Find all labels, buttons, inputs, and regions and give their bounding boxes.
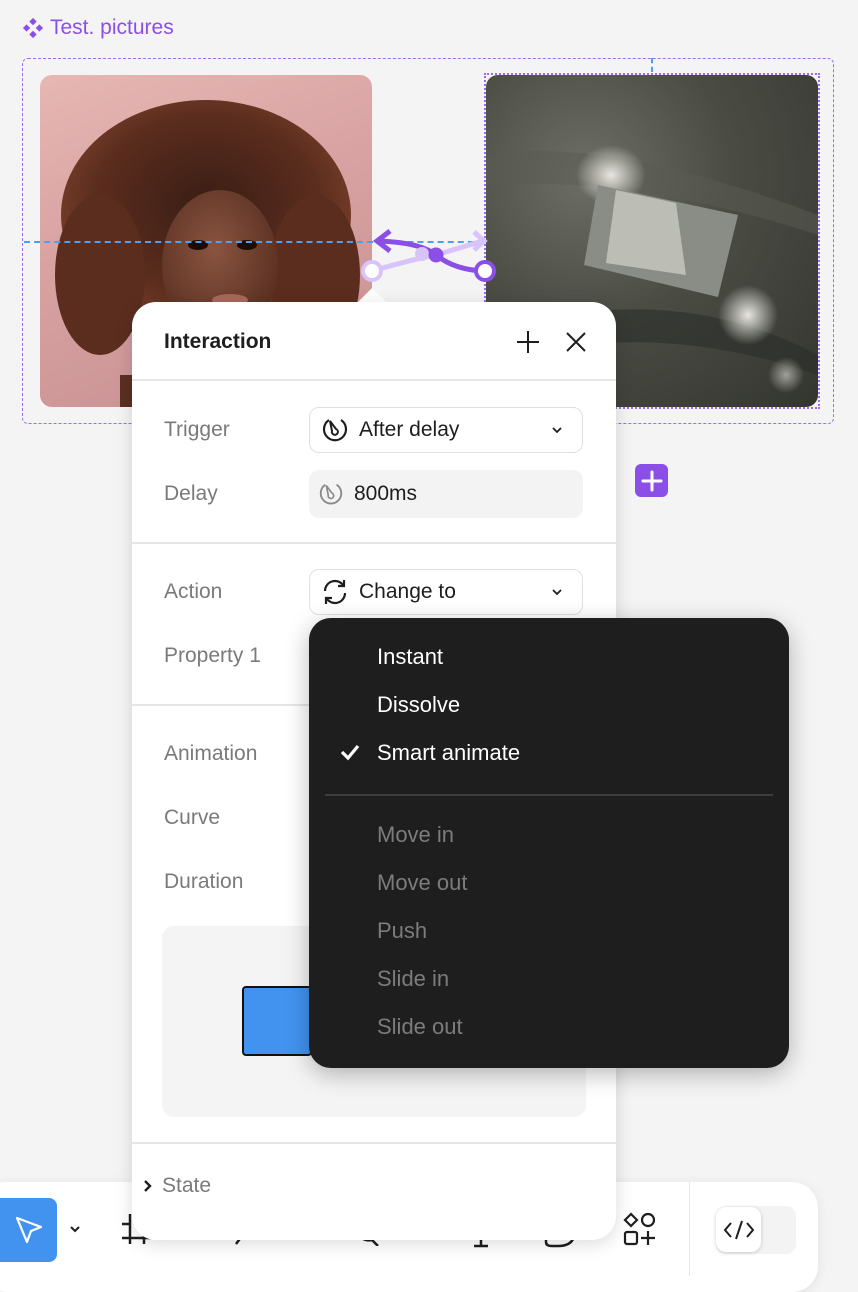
cursor-icon: [15, 1216, 42, 1244]
timer-icon: [319, 483, 343, 505]
chevron-right-icon: [144, 1180, 152, 1192]
menu-item-slide-in: Slide in: [377, 966, 450, 991]
trigger-value: After delay: [359, 418, 460, 441]
chevron-down-icon[interactable]: [68, 1222, 82, 1236]
action-select[interactable]: Change to: [309, 569, 583, 615]
menu-item-dissolve[interactable]: Dissolve: [377, 692, 460, 718]
refresh-icon: [323, 579, 347, 605]
trigger-select[interactable]: After delay: [309, 407, 583, 453]
duration-label: Duration: [164, 870, 244, 893]
property-label: Property 1: [164, 644, 261, 667]
connection-midpoint-back: [415, 247, 429, 261]
add-interaction-button[interactable]: [514, 328, 542, 356]
plus-icon: [517, 331, 539, 353]
close-panel-button[interactable]: [562, 328, 590, 356]
delay-value: 800ms: [354, 482, 418, 505]
delay-input[interactable]: 800ms: [309, 470, 583, 518]
action-label: Action: [164, 580, 223, 603]
menu-item-smart-animate[interactable]: Smart animate: [377, 740, 520, 766]
curve-label: Curve: [164, 806, 221, 829]
alignment-guide-vertical: [651, 58, 653, 72]
chevron-down-icon: [552, 427, 562, 434]
menu-item-instant[interactable]: Instant: [377, 644, 443, 670]
prototype-connection[interactable]: [350, 220, 510, 290]
component-set-name: Test. pictures: [50, 16, 174, 39]
tool-move[interactable]: [0, 1198, 57, 1262]
state-label: State: [162, 1174, 212, 1197]
chevron-down-icon: [552, 589, 562, 596]
menu-item-move-out: Move out: [377, 870, 468, 895]
toolbar-divider: [689, 1182, 690, 1276]
animation-label: Animation: [164, 742, 258, 765]
actions-tool-icon[interactable]: [622, 1212, 656, 1246]
connection-midpoint: [428, 247, 444, 263]
connection-handle-end: [474, 260, 496, 282]
animation-dropdown-menu: Instant Dissolve Smart animate Move in M…: [309, 618, 789, 1068]
panel-title: Interaction: [164, 330, 272, 353]
state-section-toggle[interactable]: State: [142, 1174, 211, 1198]
checkmark-icon: [340, 744, 360, 761]
menu-item-slide-out: Slide out: [377, 1014, 463, 1039]
animation-preview-box: [242, 986, 312, 1056]
panel-header: Interaction: [132, 302, 616, 381]
code-icon: [723, 1220, 754, 1239]
delay-label: Delay: [164, 482, 218, 505]
menu-divider: [325, 794, 773, 796]
action-value: Change to: [359, 580, 456, 603]
dev-mode-toggle-knob[interactable]: [716, 1207, 761, 1252]
close-icon: [566, 332, 586, 352]
timer-icon: [322, 419, 348, 442]
menu-item-push: Push: [377, 918, 428, 943]
section-divider: [132, 1142, 616, 1144]
section-divider: [132, 542, 616, 544]
add-variant-button[interactable]: [635, 464, 668, 497]
connection-handle-start: [361, 260, 383, 282]
trigger-label: Trigger: [164, 418, 230, 441]
component-set-icon: [22, 17, 44, 39]
plus-icon: [641, 470, 662, 491]
component-set-label[interactable]: Test. pictures: [22, 16, 174, 40]
menu-item-move-in: Move in: [377, 822, 455, 847]
